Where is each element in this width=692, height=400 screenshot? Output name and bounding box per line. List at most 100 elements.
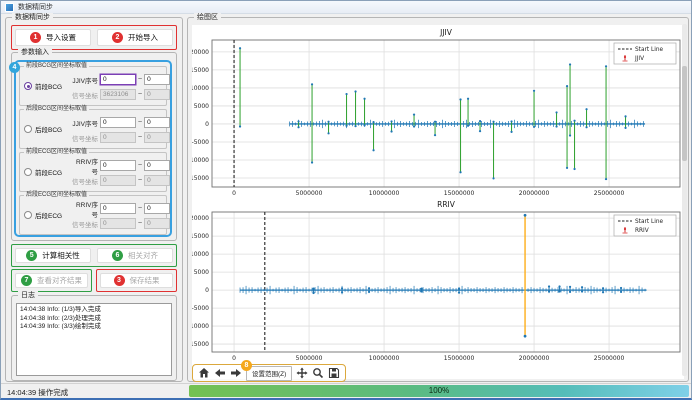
- svg-text:-15000: -15000: [192, 341, 209, 348]
- annotation-circle-1: 1: [30, 32, 41, 43]
- toolbar-save-icon[interactable]: [328, 367, 340, 379]
- plot-panel-title: 绘图区: [194, 13, 221, 22]
- params-annotated-box: 4 前段BCG区间坐标取值前段BCGJJIV序号~信号坐标~后段BCG区间坐标取…: [14, 60, 172, 237]
- param-row-label: 信号坐标: [70, 133, 98, 143]
- svg-text:-10000: -10000: [192, 157, 209, 164]
- param-input-start[interactable]: [100, 218, 136, 229]
- param-input-start[interactable]: [100, 203, 136, 214]
- log-list[interactable]: 14:04:38 Info: (1/3)导入完成14:04:38 Info: (…: [16, 303, 172, 376]
- view-align-result-button[interactable]: 7查看对齐结果: [15, 273, 88, 288]
- plot-toolbar: 8设置范围(Z): [192, 364, 346, 382]
- set-range-button[interactable]: 8设置范围(Z): [246, 366, 292, 381]
- param-row-label: 信号坐标: [70, 176, 98, 186]
- home-icon: [198, 367, 210, 379]
- svg-text:-5000: -5000: [192, 139, 209, 146]
- svg-text:0: 0: [205, 121, 209, 128]
- param-input-start[interactable]: [100, 132, 136, 143]
- svg-text:5000000: 5000000: [296, 190, 323, 197]
- log-group: 日志 14:04:38 Info: (1/3)导入完成14:04:38 Info…: [11, 295, 177, 381]
- titlebar: 数据精同步: [1, 1, 691, 14]
- param-section-title: 后段BCG区间坐标取值: [24, 106, 89, 113]
- params-group: 参数输入 4 前段BCG区间坐标取值前段BCGJJIV序号~信号坐标~后段BCG…: [11, 52, 177, 241]
- radio-indicator[interactable]: [24, 168, 32, 176]
- param-section-3: 前段ECG区间坐标取值前段ECGRRIV序号~信号坐标~: [19, 152, 167, 192]
- param-row: 信号坐标~: [70, 87, 164, 102]
- svg-text:-5000: -5000: [192, 305, 209, 312]
- compute-correlation-button[interactable]: 5 计算相关性: [15, 248, 91, 263]
- chart-rriv: 0500000010000000150000002000000025000000…: [192, 200, 680, 362]
- log-line: 14:04:38 Info: (1/3)导入完成: [20, 306, 168, 315]
- annotation-circle-5: 5: [26, 250, 37, 261]
- svg-text:15000000: 15000000: [444, 190, 475, 197]
- svg-text:5000: 5000: [194, 103, 209, 110]
- range-separator: ~: [138, 205, 142, 212]
- legend-jjiv: Start LineJJIV: [614, 43, 676, 64]
- radio-4[interactable]: 后段ECG: [24, 210, 62, 220]
- view-result-box: 7查看对齐结果: [11, 269, 92, 292]
- svg-text:20000000: 20000000: [519, 355, 550, 362]
- param-row-label: RRIV序号: [70, 156, 98, 176]
- param-input-end[interactable]: [144, 203, 170, 214]
- param-input-end[interactable]: [144, 74, 170, 85]
- start-import-button[interactable]: 2 开始导入: [97, 29, 173, 46]
- param-input-start[interactable]: [100, 74, 136, 85]
- svg-text:25000000: 25000000: [594, 190, 625, 197]
- app-window: 数据精同步 数据精同步 1导入设置2开始导入 参数输入 4 前段BCG区间坐标取…: [0, 0, 692, 400]
- radio-indicator[interactable]: [24, 82, 32, 90]
- toolbar-forward-icon[interactable]: [230, 367, 242, 379]
- radio-indicator[interactable]: [24, 125, 32, 133]
- radio-indicator[interactable]: [24, 211, 32, 219]
- svg-text:25000000: 25000000: [594, 355, 625, 362]
- param-input-end[interactable]: [144, 89, 170, 100]
- actions-row-2: 7查看对齐结果 3保存结果: [11, 269, 177, 292]
- svg-text:20000: 20000: [192, 215, 209, 222]
- compute-correlation-button-label: 计算相关性: [42, 250, 80, 261]
- figure-canvas[interactable]: 0 5000000 10000000 15000000 20000000 25000000…: [192, 25, 684, 379]
- param-input-start[interactable]: [100, 175, 136, 186]
- annotation-circle-2: 2: [112, 32, 123, 43]
- param-section-title: 前段BCG区间坐标取值: [24, 63, 89, 70]
- log-line: 14:04:38 Info: (2/3)处理完成: [20, 315, 168, 324]
- annotation-circle-8: 8: [241, 360, 252, 371]
- radio-3[interactable]: 前段ECG: [24, 167, 62, 177]
- toolbar-back-icon[interactable]: [214, 367, 226, 379]
- param-input-end[interactable]: [144, 132, 170, 143]
- svg-text:-15000: -15000: [192, 175, 209, 182]
- param-row: JJIV序号~: [70, 72, 164, 87]
- param-input-start[interactable]: [100, 89, 136, 100]
- plot-scrollbar[interactable]: [682, 24, 687, 376]
- view-align-result-button-label: 查看对齐结果: [37, 275, 82, 286]
- radio-label: 后段ECG: [35, 210, 62, 220]
- save-result-button[interactable]: 3保存结果: [100, 273, 173, 288]
- param-input-end[interactable]: [144, 117, 170, 128]
- radio-2[interactable]: 后段BCG: [24, 124, 62, 134]
- plot-scrollbar-thumb[interactable]: [682, 66, 687, 161]
- correlation-align-button-label: 相关对齐: [128, 250, 158, 261]
- param-row: JJIV序号~: [70, 115, 164, 130]
- correlation-align-button[interactable]: 6相关对齐: [97, 248, 173, 263]
- param-input-start[interactable]: [100, 160, 136, 171]
- log-group-title: 日志: [18, 291, 38, 300]
- svg-text:0: 0: [232, 355, 236, 362]
- param-input-end[interactable]: [144, 160, 170, 171]
- import-section: 1 导入设置 2 开始导入: [11, 25, 177, 50]
- param-row: RRIV序号~: [70, 158, 164, 173]
- status-message: 14:04:39 操作完成: [7, 387, 68, 398]
- range-separator: ~: [138, 134, 142, 141]
- param-input-end[interactable]: [144, 175, 170, 186]
- toolbar-home-icon[interactable]: [198, 367, 210, 379]
- radio-1[interactable]: 前段BCG: [24, 81, 62, 91]
- range-separator: ~: [138, 177, 142, 184]
- svg-text:10000000: 10000000: [369, 190, 400, 197]
- left-panel-title: 数据精同步: [12, 13, 53, 22]
- chart-jjiv: 0500000010000000150000002000000025000000…: [192, 28, 680, 197]
- import-settings-button-label: 导入设置: [46, 32, 76, 43]
- import-settings-button[interactable]: 1 导入设置: [15, 29, 91, 46]
- annotation-circle-4: 4: [9, 62, 20, 73]
- param-input-start[interactable]: [100, 117, 136, 128]
- start-import-button-label: 开始导入: [128, 32, 158, 43]
- toolbar-pan-icon[interactable]: [296, 367, 308, 379]
- range-separator: ~: [138, 119, 142, 126]
- toolbar-zoom-icon[interactable]: [312, 367, 324, 379]
- param-input-end[interactable]: [144, 218, 170, 229]
